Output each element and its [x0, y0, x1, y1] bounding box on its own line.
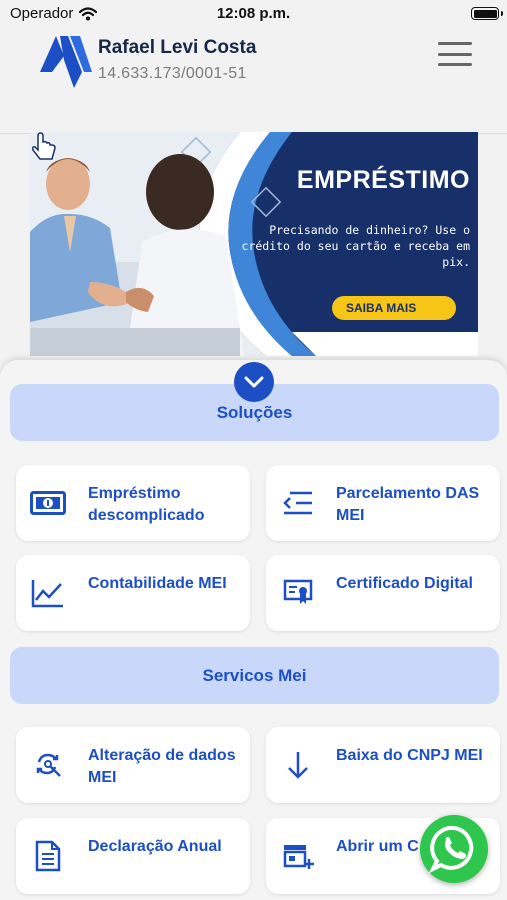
- hamburger-menu-button[interactable]: [436, 40, 474, 68]
- card-baixa-cnpj[interactable]: Baixa do CNPJ MEI: [266, 727, 500, 803]
- list-arrow-icon: [280, 487, 316, 519]
- document-icon: [30, 840, 66, 872]
- chevron-down-icon: [244, 376, 264, 388]
- whatsapp-button[interactable]: [420, 815, 488, 883]
- collapse-sheet-button[interactable]: [234, 362, 274, 402]
- card-label: Baixa do CNPJ MEI: [336, 747, 483, 764]
- card-certificado[interactable]: Certificado Digital: [266, 555, 500, 631]
- saiba-mais-button[interactable]: SAIBA MAIS: [332, 296, 456, 320]
- app-header: Rafael Levi Costa 14.633.173/0001-51: [0, 28, 507, 134]
- brand-logo: [40, 36, 92, 88]
- section-header-servicos[interactable]: Servicos Mei: [10, 647, 499, 704]
- clock: 12:08 p.m.: [216, 5, 291, 22]
- card-alteracao[interactable]: Alteração de dados MEI: [16, 727, 250, 803]
- refresh-search-icon: [30, 749, 66, 781]
- add-store-icon: [280, 840, 316, 872]
- pointer-hand-icon: [32, 132, 56, 160]
- card-label: Contabilidade MEI: [88, 575, 227, 592]
- card-declaracao[interactable]: Declaração Anual: [16, 818, 250, 894]
- menu-line: [438, 52, 472, 56]
- money-bill-icon: [30, 487, 66, 519]
- arrow-down-icon: [280, 749, 316, 781]
- menu-line: [438, 63, 472, 66]
- menu-line: [438, 42, 472, 45]
- card-emprestimo[interactable]: Empréstimo descomplicado: [16, 465, 250, 541]
- promo-banner[interactable]: EMPRÉSTIMO Precisando de dinheiro? Use o…: [30, 132, 478, 356]
- card-label: Declaração Anual: [88, 838, 222, 855]
- user-name: Rafael Levi Costa: [98, 37, 257, 58]
- banner-title: EMPRÉSTIMO: [296, 166, 470, 194]
- card-parcelamento[interactable]: Parcelamento DAS MEI: [266, 465, 500, 541]
- card-label: Parcelamento DAS MEI: [336, 485, 480, 524]
- certificate-icon: [280, 577, 316, 609]
- chart-line-icon: [30, 577, 66, 609]
- card-label: Empréstimo descomplicado: [88, 485, 205, 524]
- card-label: Certificado Digital: [336, 575, 473, 592]
- user-cnpj: 14.633.173/0001-51: [98, 65, 247, 82]
- card-label: Alteração de dados MEI: [88, 747, 236, 786]
- status-bar: Operador 12:08 p.m.: [0, 0, 507, 28]
- card-contabilidade[interactable]: Contabilidade MEI: [16, 555, 250, 631]
- whatsapp-icon: [428, 825, 474, 874]
- banner-text: Precisando de dinheiro? Use o crédito do…: [241, 223, 470, 269]
- battery-icon: [471, 7, 499, 20]
